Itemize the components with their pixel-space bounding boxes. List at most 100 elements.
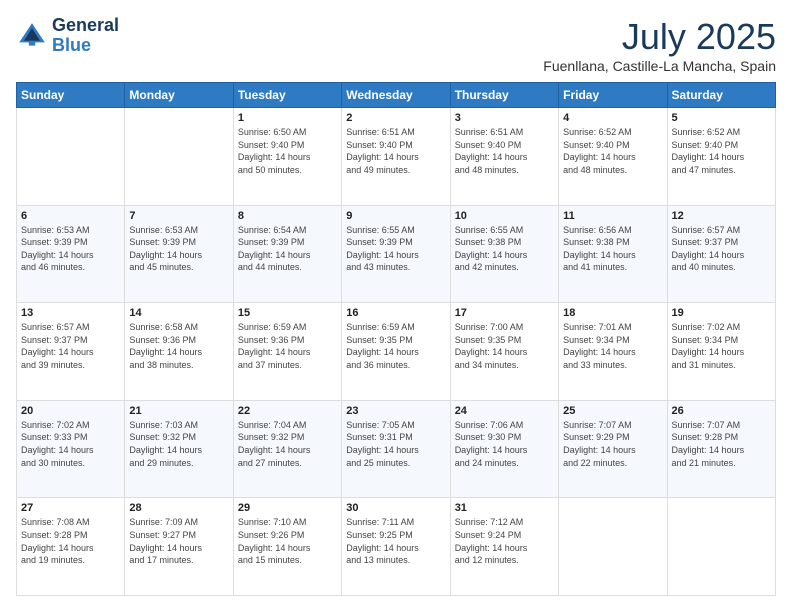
calendar-cell <box>17 108 125 206</box>
day-number: 29 <box>238 502 337 514</box>
cell-details: Sunrise: 6:58 AM Sunset: 9:36 PM Dayligh… <box>129 321 228 371</box>
cell-details: Sunrise: 7:03 AM Sunset: 9:32 PM Dayligh… <box>129 419 228 469</box>
calendar-cell: 9 Sunrise: 6:55 AM Sunset: 9:39 PM Daylig… <box>342 205 450 303</box>
calendar-cell: 23Sunrise: 7:05 AM Sunset: 9:31 PM Dayli… <box>342 400 450 498</box>
calendar-cell: 8Sunrise: 6:54 AM Sunset: 9:39 PM Daylig… <box>233 205 341 303</box>
calendar-cell: 25 Sunrise: 7:07 AM Sunset: 9:29 PM Dayli… <box>559 400 667 498</box>
calendar-header-row: SundayMondayTuesdayWednesdayThursdayFrid… <box>17 83 776 108</box>
day-number: 5 <box>672 112 771 124</box>
day-number: 7 <box>129 210 228 222</box>
calendar-cell: 3 Sunrise: 6:51 AM Sunset: 9:40 PM Daylig… <box>450 108 558 206</box>
subtitle: Fuenllana, Castille-La Mancha, Spain <box>543 58 776 74</box>
day-number: 16 <box>346 307 445 319</box>
day-number: 9 <box>346 210 445 222</box>
day-number: 6 <box>21 210 120 222</box>
cell-details: Sunrise: 6:53 AM Sunset: 9:39 PM Dayligh… <box>129 224 228 274</box>
calendar-cell: 4 Sunrise: 6:52 AM Sunset: 9:40 PM Daylig… <box>559 108 667 206</box>
calendar-cell: 10 Sunrise: 6:55 AM Sunset: 9:38 PM Dayli… <box>450 205 558 303</box>
day-number: 18 <box>563 307 662 319</box>
cell-details: Sunrise: 6:57 AM Sunset: 9:37 PM Dayligh… <box>672 224 771 274</box>
day-number: 14 <box>129 307 228 319</box>
day-number: 4 <box>563 112 662 124</box>
cell-details: Sunrise: 7:11 AM Sunset: 9:25 PM Dayligh… <box>346 516 445 566</box>
logo: General Blue <box>16 16 119 56</box>
col-header-wednesday: Wednesday <box>342 83 450 108</box>
cell-details: Sunrise: 6:52 AM Sunset: 9:40 PM Dayligh… <box>672 126 771 176</box>
day-number: 30 <box>346 502 445 514</box>
day-number: 23 <box>346 405 445 417</box>
cell-details: Sunrise: 7:08 AM Sunset: 9:28 PM Dayligh… <box>21 516 120 566</box>
day-number: 8 <box>238 210 337 222</box>
calendar-cell: 16Sunrise: 6:59 AM Sunset: 9:35 PM Dayli… <box>342 303 450 401</box>
cell-details: Sunrise: 7:02 AM Sunset: 9:33 PM Dayligh… <box>21 419 120 469</box>
day-number: 3 <box>455 112 554 124</box>
calendar-cell: 30 Sunrise: 7:11 AM Sunset: 9:25 PM Dayli… <box>342 498 450 596</box>
day-number: 1 <box>238 112 337 124</box>
calendar-cell: 14 Sunrise: 6:58 AM Sunset: 9:36 PM Dayli… <box>125 303 233 401</box>
cell-details: Sunrise: 6:55 AM Sunset: 9:39 PM Dayligh… <box>346 224 445 274</box>
day-number: 20 <box>21 405 120 417</box>
cell-details: Sunrise: 7:10 AM Sunset: 9:26 PM Dayligh… <box>238 516 337 566</box>
calendar-cell: 28Sunrise: 7:09 AM Sunset: 9:27 PM Dayli… <box>125 498 233 596</box>
calendar-cell: 18Sunrise: 7:01 AM Sunset: 9:34 PM Dayli… <box>559 303 667 401</box>
cell-details: Sunrise: 6:51 AM Sunset: 9:40 PM Dayligh… <box>455 126 554 176</box>
calendar-cell: 24Sunrise: 7:06 AM Sunset: 9:30 PM Dayli… <box>450 400 558 498</box>
cell-details: Sunrise: 6:59 AM Sunset: 9:36 PM Dayligh… <box>238 321 337 371</box>
calendar-cell: 11 Sunrise: 6:56 AM Sunset: 9:38 PM Dayli… <box>559 205 667 303</box>
calendar-week-0: 1Sunrise: 6:50 AM Sunset: 9:40 PM Daylig… <box>17 108 776 206</box>
day-number: 26 <box>672 405 771 417</box>
calendar-week-4: 27 Sunrise: 7:08 AM Sunset: 9:28 PM Dayli… <box>17 498 776 596</box>
day-number: 17 <box>455 307 554 319</box>
col-header-friday: Friday <box>559 83 667 108</box>
day-number: 31 <box>455 502 554 514</box>
cell-details: Sunrise: 6:51 AM Sunset: 9:40 PM Dayligh… <box>346 126 445 176</box>
cell-details: Sunrise: 6:55 AM Sunset: 9:38 PM Dayligh… <box>455 224 554 274</box>
logo-line1: General <box>52 16 119 36</box>
page: General Blue July 2025 Fuenllana, Castil… <box>0 0 792 612</box>
day-number: 25 <box>563 405 662 417</box>
calendar-cell: 27 Sunrise: 7:08 AM Sunset: 9:28 PM Dayli… <box>17 498 125 596</box>
cell-details: Sunrise: 6:56 AM Sunset: 9:38 PM Dayligh… <box>563 224 662 274</box>
day-number: 27 <box>21 502 120 514</box>
calendar-cell: 15 Sunrise: 6:59 AM Sunset: 9:36 PM Dayli… <box>233 303 341 401</box>
calendar-cell: 7 Sunrise: 6:53 AM Sunset: 9:39 PM Daylig… <box>125 205 233 303</box>
day-number: 15 <box>238 307 337 319</box>
calendar-cell: 17Sunrise: 7:00 AM Sunset: 9:35 PM Dayli… <box>450 303 558 401</box>
cell-details: Sunrise: 7:07 AM Sunset: 9:28 PM Dayligh… <box>672 419 771 469</box>
logo-line2: Blue <box>52 36 119 56</box>
day-number: 2 <box>346 112 445 124</box>
cell-details: Sunrise: 7:06 AM Sunset: 9:30 PM Dayligh… <box>455 419 554 469</box>
calendar-week-2: 13Sunrise: 6:57 AM Sunset: 9:37 PM Dayli… <box>17 303 776 401</box>
day-number: 10 <box>455 210 554 222</box>
calendar-cell: 5 Sunrise: 6:52 AM Sunset: 9:40 PM Daylig… <box>667 108 775 206</box>
cell-details: Sunrise: 7:09 AM Sunset: 9:27 PM Dayligh… <box>129 516 228 566</box>
day-number: 22 <box>238 405 337 417</box>
col-header-saturday: Saturday <box>667 83 775 108</box>
calendar-cell: 6Sunrise: 6:53 AM Sunset: 9:39 PM Daylig… <box>17 205 125 303</box>
col-header-sunday: Sunday <box>17 83 125 108</box>
calendar-cell: 31Sunrise: 7:12 AM Sunset: 9:24 PM Dayli… <box>450 498 558 596</box>
day-number: 11 <box>563 210 662 222</box>
day-number: 13 <box>21 307 120 319</box>
calendar-cell: 12 Sunrise: 6:57 AM Sunset: 9:37 PM Dayli… <box>667 205 775 303</box>
calendar-week-1: 6 Sunrise: 6:53 AM Sunset: 9:39 PM Daylig… <box>17 205 776 303</box>
calendar-cell: 26 Sunrise: 7:07 AM Sunset: 9:28 PM Dayli… <box>667 400 775 498</box>
col-header-monday: Monday <box>125 83 233 108</box>
calendar-cell: 19Sunrise: 7:02 AM Sunset: 9:34 PM Dayli… <box>667 303 775 401</box>
title-block: July 2025 Fuenllana, Castille-La Mancha,… <box>543 16 776 74</box>
calendar-cell: 13Sunrise: 6:57 AM Sunset: 9:37 PM Dayli… <box>17 303 125 401</box>
day-number: 12 <box>672 210 771 222</box>
cell-details: Sunrise: 6:52 AM Sunset: 9:40 PM Dayligh… <box>563 126 662 176</box>
calendar-cell <box>559 498 667 596</box>
calendar-week-3: 20 Sunrise: 7:02 AM Sunset: 9:33 PM Dayli… <box>17 400 776 498</box>
cell-details: Sunrise: 7:07 AM Sunset: 9:29 PM Dayligh… <box>563 419 662 469</box>
logo-icon <box>16 20 48 52</box>
cell-details: Sunrise: 7:04 AM Sunset: 9:32 PM Dayligh… <box>238 419 337 469</box>
day-number: 21 <box>129 405 228 417</box>
col-header-tuesday: Tuesday <box>233 83 341 108</box>
calendar-cell: 29 Sunrise: 7:10 AM Sunset: 9:26 PM Dayli… <box>233 498 341 596</box>
header: General Blue July 2025 Fuenllana, Castil… <box>16 16 776 74</box>
calendar-cell <box>125 108 233 206</box>
calendar-table: SundayMondayTuesdayWednesdayThursdayFrid… <box>16 82 776 596</box>
calendar-cell: 20 Sunrise: 7:02 AM Sunset: 9:33 PM Dayli… <box>17 400 125 498</box>
